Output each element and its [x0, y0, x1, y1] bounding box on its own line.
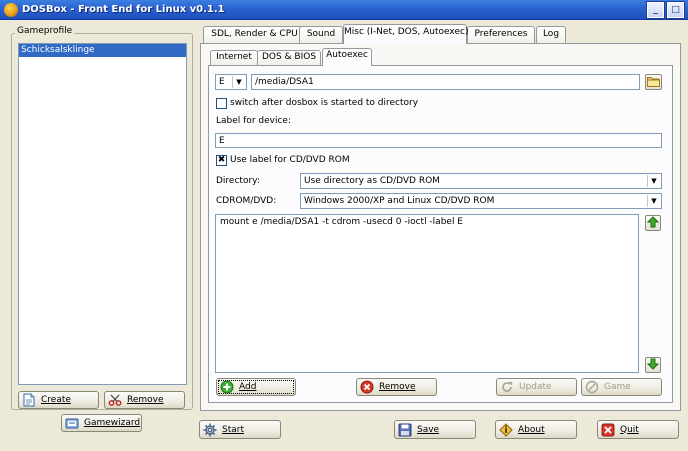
autoexec-commands-list[interactable]: mount e /media/DSA1 -t cdrom -usecd 0 -i…: [215, 214, 639, 373]
refresh-icon: [500, 380, 514, 394]
tab-log[interactable]: Log: [536, 26, 566, 43]
update-button[interactable]: Update: [496, 378, 577, 396]
folder-icon: [647, 75, 660, 90]
subtab-autoexec[interactable]: Autoexec: [322, 48, 372, 66]
device-label-field[interactable]: E: [215, 133, 662, 148]
dosbox-app-icon[interactable]: [4, 3, 18, 17]
new-document-icon: [22, 393, 36, 407]
gameprofile-title: Gameprofile: [15, 26, 75, 36]
drive-select[interactable]: E ▼: [215, 74, 247, 90]
use-label-cd-label: Use label for CD/DVD ROM: [230, 155, 350, 165]
game-button[interactable]: Game: [581, 378, 662, 396]
gamewizard-button[interactable]: Gamewizard: [61, 414, 142, 432]
move-down-button[interactable]: [645, 357, 661, 373]
arrow-down-icon: [646, 358, 660, 373]
add-icon: [220, 380, 234, 394]
close-icon: [601, 423, 615, 437]
label-for-device-label: Label for device:: [216, 116, 291, 126]
create-button[interactable]: Create: [18, 391, 99, 409]
tab-preferences[interactable]: Preferences: [467, 26, 535, 43]
remove-profile-button[interactable]: Remove: [104, 391, 185, 409]
tab-sound[interactable]: Sound: [299, 26, 343, 43]
game-icon: [585, 380, 599, 394]
floppy-disk-icon: [398, 423, 412, 437]
drive-value: E: [219, 77, 225, 87]
arrow-up-icon: [646, 215, 660, 231]
remove-profile-label: Remove: [127, 395, 164, 405]
info-icon: [499, 422, 513, 437]
update-label: Update: [519, 382, 552, 392]
remove-command-button[interactable]: Remove: [356, 378, 437, 396]
remove-command-label: Remove: [379, 382, 416, 392]
minimize-icon: _: [653, 4, 658, 15]
game-label: Game: [604, 382, 631, 392]
gamewizard-label: Gamewizard: [84, 418, 141, 428]
gear-icon: [203, 423, 217, 437]
cdrom-label: CDROM/DVD:: [216, 196, 277, 206]
checkmark-icon: ✖: [217, 155, 226, 165]
quit-button[interactable]: Quit: [597, 420, 679, 439]
browse-folder-button[interactable]: [645, 74, 662, 90]
window-title: DOSBox - Front End for Linux v0.1.1: [22, 4, 225, 15]
save-label: Save: [417, 424, 440, 435]
save-button[interactable]: Save: [394, 420, 476, 439]
maximize-button[interactable]: □: [666, 1, 685, 19]
directory-label: Directory:: [216, 176, 260, 186]
directory-value: Use directory as CD/DVD ROM: [304, 176, 440, 186]
minimize-button[interactable]: _: [646, 1, 665, 19]
chevron-down-icon: ▼: [232, 76, 245, 88]
subtab-dos-bios[interactable]: DOS & BIOS: [257, 50, 321, 65]
cdrom-value: Windows 2000/XP and Linux CD/DVD ROM: [304, 196, 495, 206]
add-button[interactable]: Add: [216, 378, 296, 396]
delete-icon: [360, 380, 374, 394]
tab-sdl-render-cpu[interactable]: SDL, Render & CPU: [203, 26, 306, 43]
quit-label: Quit: [620, 424, 639, 435]
create-label: Create: [41, 395, 71, 405]
start-label: Start: [222, 424, 244, 435]
add-label: Add: [239, 382, 257, 392]
move-up-button[interactable]: [645, 215, 661, 231]
start-button[interactable]: Start: [199, 420, 281, 439]
use-label-cd-checkbox[interactable]: ✖: [216, 155, 227, 166]
chevron-down-icon: ▼: [647, 195, 660, 207]
cdrom-select[interactable]: Windows 2000/XP and Linux CD/DVD ROM ▼: [300, 193, 662, 209]
scissors-icon: [108, 393, 122, 407]
about-button[interactable]: About: [495, 420, 577, 439]
directory-select[interactable]: Use directory as CD/DVD ROM ▼: [300, 173, 662, 189]
switch-directory-checkbox[interactable]: [216, 98, 227, 109]
maximize-icon: □: [671, 4, 680, 15]
chevron-down-icon: ▼: [647, 175, 660, 187]
wizard-icon: [65, 416, 79, 430]
gameprofile-list[interactable]: [18, 43, 187, 385]
mount-path-field[interactable]: /media/DSA1: [251, 74, 640, 90]
switch-directory-label: switch after dosbox is started to direct…: [230, 98, 419, 108]
tab-misc[interactable]: Misc (I-Net, DOS, Autoexec): [343, 24, 468, 44]
list-item[interactable]: Schicksalsklinge: [19, 44, 186, 57]
subtab-internet[interactable]: Internet: [210, 50, 258, 65]
about-label: About: [518, 424, 545, 435]
